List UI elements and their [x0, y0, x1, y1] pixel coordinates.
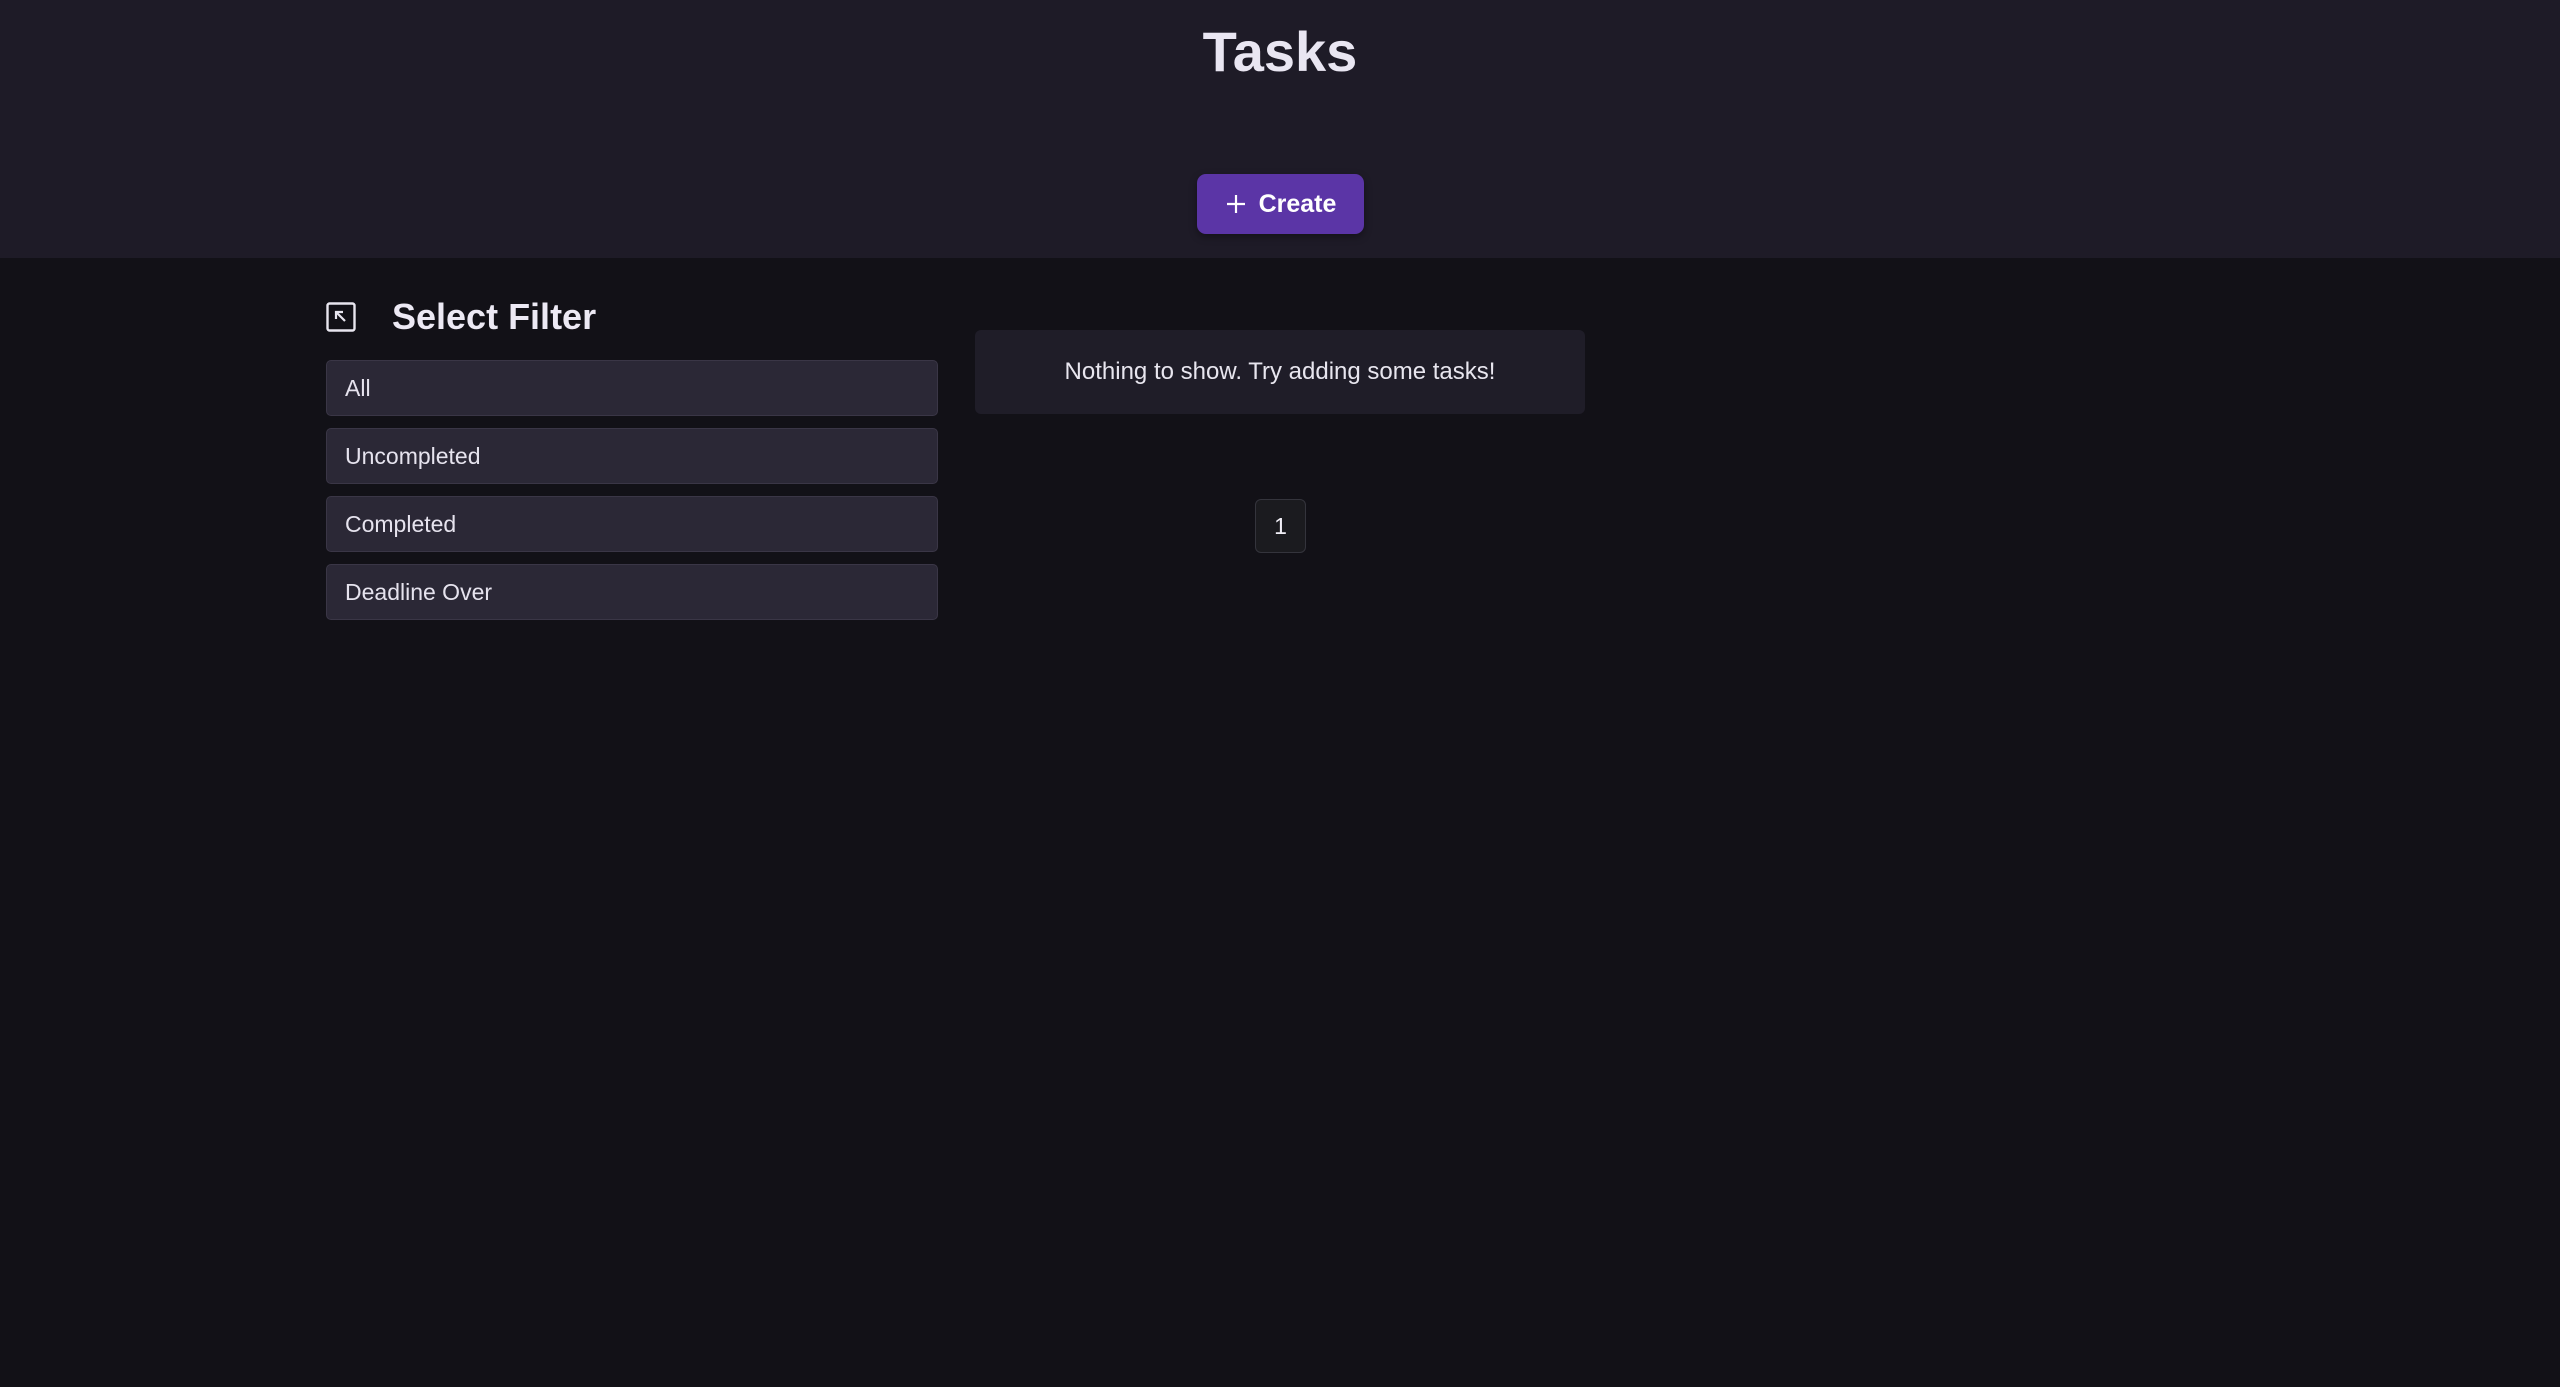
filter-header: Select Filter	[326, 290, 938, 344]
filter-item-completed[interactable]: Completed	[326, 496, 938, 552]
page-title: Tasks	[1202, 20, 1358, 83]
filter-item-label: All	[345, 374, 371, 401]
pagination-page-button[interactable]: 1	[1255, 499, 1306, 553]
create-button-label: Create	[1258, 189, 1337, 218]
filter-item-deadline-over[interactable]: Deadline Over	[326, 564, 938, 620]
filter-item-all[interactable]: All	[326, 360, 938, 416]
create-button[interactable]: Create	[1197, 174, 1364, 234]
filter-item-uncompleted[interactable]: Uncompleted	[326, 428, 938, 484]
filter-item-label: Deadline Over	[345, 578, 493, 605]
filter-title: Select Filter	[392, 296, 597, 337]
empty-state-message: Nothing to show. Try adding some tasks!	[1064, 358, 1496, 385]
filter-item-label: Completed	[345, 510, 457, 537]
filter-sidebar: Select Filter All Uncompleted Completed …	[326, 290, 938, 632]
plus-icon	[1225, 193, 1247, 215]
empty-state-card: Nothing to show. Try adding some tasks!	[975, 330, 1585, 414]
top-header: Tasks Create	[0, 0, 2560, 258]
collapse-arrow-icon[interactable]	[326, 302, 356, 332]
filter-list: All Uncompleted Completed Deadline Over	[326, 360, 938, 620]
filter-item-label: Uncompleted	[345, 442, 481, 469]
